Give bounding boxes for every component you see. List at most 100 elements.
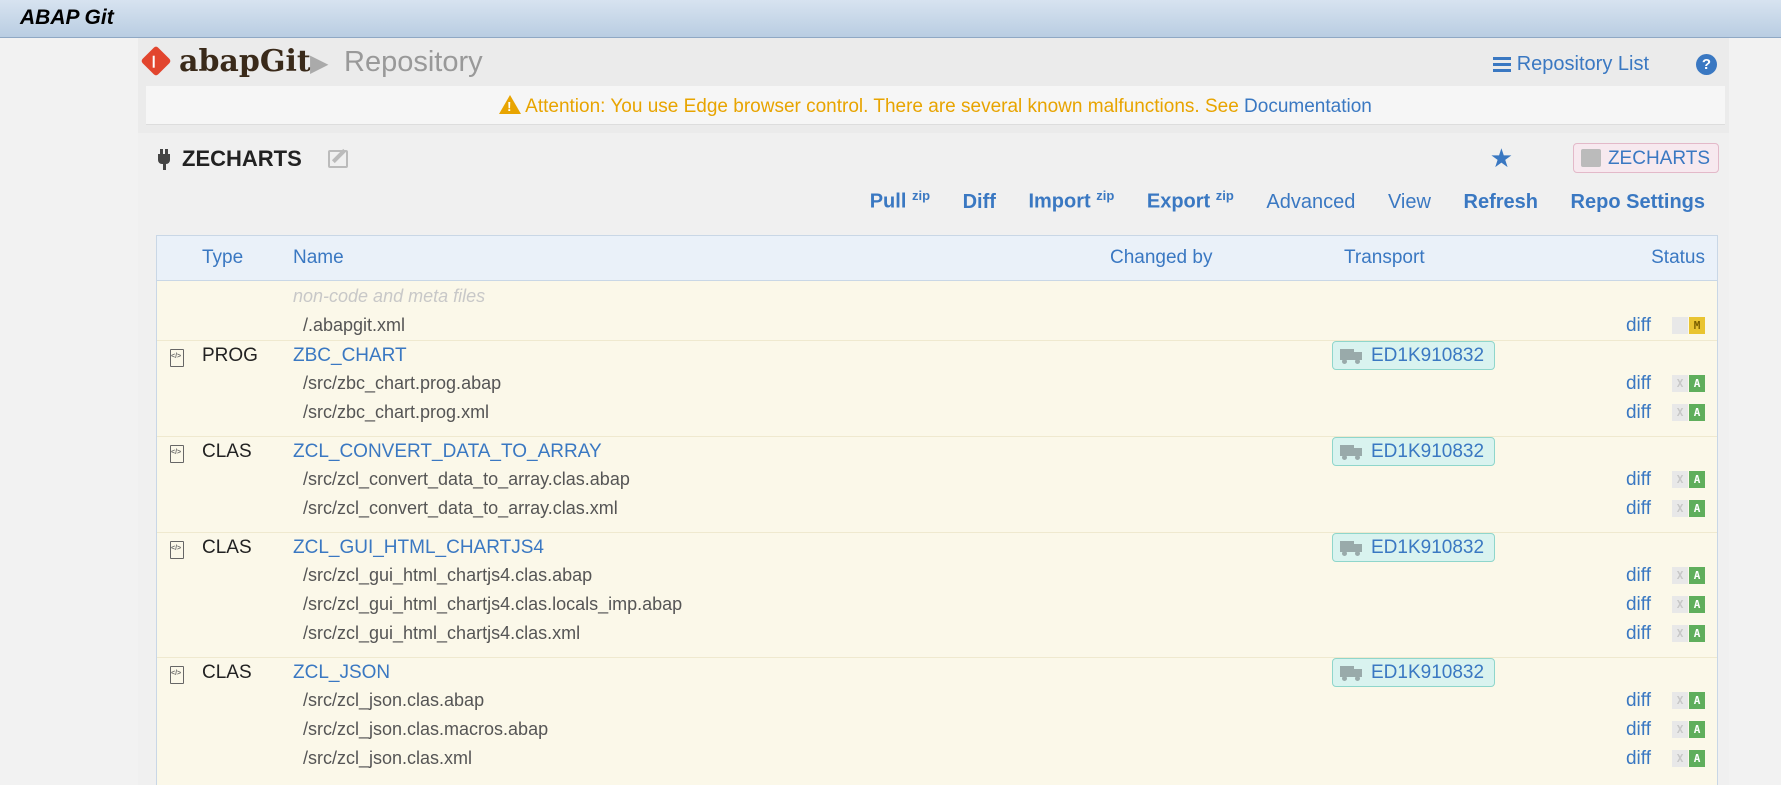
import-zip-button[interactable]: Import zip: [1028, 188, 1114, 214]
file-path: /.abapgit.xml: [303, 315, 406, 335]
local-status: A: [1689, 375, 1705, 392]
diff-link[interactable]: diff: [1626, 373, 1651, 395]
truck-icon: [1340, 541, 1362, 556]
transport-badge[interactable]: ED1K910832: [1332, 658, 1496, 687]
diff-link[interactable]: diff: [1626, 719, 1651, 741]
transport-badge[interactable]: ED1K910832: [1332, 533, 1496, 562]
file-path: /src/zcl_convert_data_to_array.clas.abap: [303, 469, 630, 489]
status-badge: XA: [1672, 692, 1706, 709]
repository-list-label: Repository List: [1516, 53, 1649, 75]
object-name-link[interactable]: ZCL_GUI_HTML_CHARTJS4: [293, 537, 544, 559]
remote-status: X: [1672, 567, 1688, 584]
file-row: /src/zcl_gui_html_chartjs4.clas.xml diff X…: [157, 619, 1717, 648]
status-badge: XA: [1672, 404, 1706, 421]
repo-panel: ZECHARTS ★ ZECHARTS Pull zip Diff Import…: [138, 133, 1729, 785]
transport-id: ED1K910832: [1371, 345, 1485, 366]
object-name-link[interactable]: ZBC_CHART: [293, 345, 407, 367]
object-type: PROG: [202, 345, 258, 366]
object-row: CLAS ZCL_JSON ED1K910832: [157, 657, 1717, 687]
package-icon: [1580, 149, 1601, 167]
file-path: /src/zbc_chart.prog.xml: [303, 402, 490, 422]
breadcrumb-arrow-icon: ▶: [310, 50, 329, 77]
advanced-menu[interactable]: Advanced: [1266, 191, 1355, 214]
diff-link[interactable]: diff: [1626, 315, 1651, 337]
header-transport[interactable]: Transport: [1344, 247, 1425, 269]
diff-link[interactable]: diff: [1626, 402, 1651, 424]
file-row: /.abapgit.xml diff M: [157, 311, 1717, 340]
remote-status: X: [1672, 375, 1688, 392]
file-row: /src/zcl_convert_data_to_array.clas.abap…: [157, 465, 1717, 494]
package-name: ZECHARTS: [1607, 148, 1710, 169]
plug-icon: [157, 149, 171, 171]
repo-toolbar: Pull zip Diff Import zip Export zip Adva…: [843, 188, 1705, 214]
object-row: CLAS ZCL_GUI_HTML_CHARTJS4 ED1K910832: [157, 532, 1717, 562]
repo-settings-button[interactable]: Repo Settings: [1571, 191, 1705, 214]
file-row: /src/zcl_convert_data_to_array.clas.xml d…: [157, 494, 1717, 523]
star-icon[interactable]: ★: [1490, 143, 1513, 174]
documentation-link[interactable]: Documentation: [1244, 96, 1372, 117]
remote-status: X: [1672, 500, 1688, 517]
remote-status: X: [1672, 404, 1688, 421]
status-badge: XA: [1672, 625, 1706, 642]
repo-objects-table: Type Name Changed by Transport Status no…: [156, 235, 1718, 785]
header-name[interactable]: Name: [293, 247, 344, 269]
code-file-icon: [170, 666, 184, 684]
app-name[interactable]: abapGit: [179, 44, 311, 79]
help-icon[interactable]: ?: [1696, 54, 1717, 75]
diff-button[interactable]: Diff: [963, 191, 996, 214]
pull-zip-button[interactable]: Pull zip: [870, 188, 930, 214]
view-menu[interactable]: View: [1388, 191, 1431, 214]
file-path: /src/zcl_json.clas.abap: [303, 690, 485, 710]
refresh-button[interactable]: Refresh: [1464, 191, 1538, 214]
repo-name: ZECHARTS: [182, 146, 302, 171]
remote-status: X: [1672, 750, 1688, 767]
remote-status: X: [1672, 721, 1688, 738]
local-status: A: [1689, 404, 1705, 421]
repository-list-link[interactable]: Repository List: [1492, 53, 1649, 76]
package-badge[interactable]: ZECHARTS: [1572, 143, 1719, 173]
transport-id: ED1K910832: [1371, 441, 1485, 462]
hamburger-icon: [1492, 54, 1511, 75]
diff-link[interactable]: diff: [1626, 498, 1651, 520]
export-zip-button[interactable]: Export zip: [1147, 188, 1234, 214]
local-status: A: [1689, 625, 1705, 642]
diff-link[interactable]: diff: [1626, 623, 1651, 645]
local-status: A: [1689, 567, 1705, 584]
remote-status: X: [1672, 625, 1688, 642]
diff-link[interactable]: diff: [1626, 748, 1651, 770]
header-bar: abapGit ▶ Repository Repository List ?: [138, 38, 1729, 86]
file-row: /src/zcl_gui_html_chartjs4.clas.locals_i…: [157, 590, 1717, 619]
abapgit-logo-icon[interactable]: [140, 45, 172, 77]
code-file-icon: [170, 445, 184, 463]
transport-id: ED1K910832: [1371, 662, 1485, 683]
file-path: /src/zcl_gui_html_chartjs4.clas.abap: [303, 565, 593, 585]
diff-link[interactable]: diff: [1626, 469, 1651, 491]
object-row: CLAS ZCL_CONVERT_DATA_TO_ARRAY ED1K910832: [157, 436, 1717, 466]
file-path: /src/zcl_json.clas.xml: [303, 748, 473, 768]
remote-status: X: [1672, 596, 1688, 613]
file-row: /src/zbc_chart.prog.xml diff X A: [157, 398, 1717, 427]
diff-link[interactable]: diff: [1626, 565, 1651, 587]
local-status: M: [1689, 317, 1705, 334]
transport-badge[interactable]: ED1K910832: [1332, 341, 1496, 370]
diff-link[interactable]: diff: [1626, 690, 1651, 712]
file-path: /src/zcl_json.clas.macros.abap: [303, 719, 549, 739]
header-changed-by[interactable]: Changed by: [1110, 247, 1212, 269]
transport-badge[interactable]: ED1K910832: [1332, 437, 1496, 466]
status-badge: XA: [1672, 500, 1706, 517]
edit-icon[interactable]: [328, 150, 348, 168]
object-name-link[interactable]: ZCL_CONVERT_DATA_TO_ARRAY: [293, 441, 602, 463]
table-header: Type Name Changed by Transport Status: [157, 236, 1717, 281]
object-name-link[interactable]: ZCL_JSON: [293, 662, 390, 684]
status-badge: XA: [1672, 596, 1706, 613]
object-type: CLAS: [202, 537, 252, 558]
truck-icon: [1340, 666, 1362, 681]
local-status: A: [1689, 721, 1705, 738]
header-type[interactable]: Type: [202, 247, 243, 269]
status-badge: XA: [1672, 750, 1706, 767]
diff-link[interactable]: diff: [1626, 594, 1651, 616]
local-status: A: [1689, 500, 1705, 517]
file-row: /src/zcl_json.clas.macros.abap diff X A: [157, 715, 1717, 744]
header-status[interactable]: Status: [1651, 247, 1705, 269]
code-file-icon: [170, 349, 184, 367]
